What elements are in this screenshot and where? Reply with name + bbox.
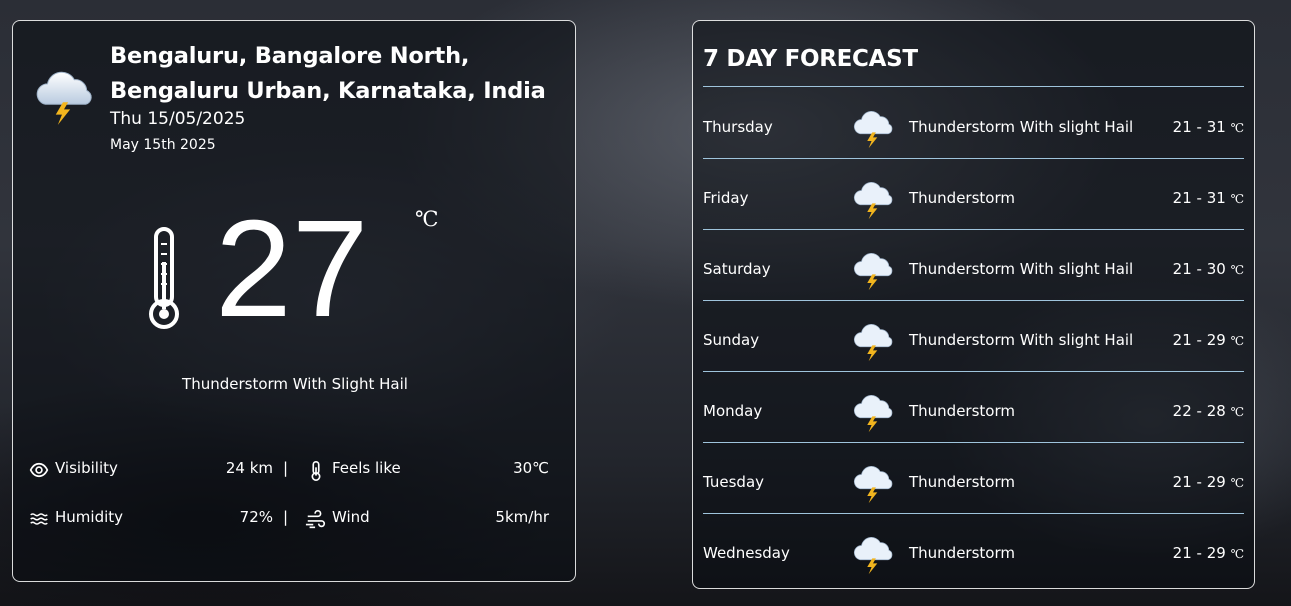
forecast-day: Sunday [703, 331, 760, 349]
forecast-day: Monday [703, 402, 763, 420]
forecast-unit: ℃ [1230, 547, 1244, 561]
forecast-unit: ℃ [1230, 334, 1244, 348]
humidity-value: 72% [239, 508, 273, 526]
forecast-day: Wednesday [703, 544, 790, 562]
forecast-day: Saturday [703, 260, 771, 278]
feels-like-value: 30℃ [513, 459, 549, 477]
forecast-unit: ℃ [1230, 405, 1244, 419]
thunderstorm-cloud-icon [853, 395, 893, 433]
current-condition: Thunderstorm With Slight Hail [182, 375, 408, 393]
forecast-range-value: 21 - 31 [1172, 189, 1226, 207]
forecast-divider [703, 513, 1244, 514]
humidity-waves-icon [30, 513, 48, 525]
thunderstorm-cloud-icon [853, 537, 893, 575]
forecast-row: Friday Thunderstorm 21 - 31 ℃ [703, 164, 1244, 234]
forecast-temp-range: 21 - 30 ℃ [1173, 260, 1244, 278]
location-name: Bengaluru, Bangalore North, Bengaluru Ur… [110, 43, 546, 104]
forecast-card: 7 DAY FORECAST Thursday Thunderstorm Wit… [692, 20, 1255, 589]
thermometer-small-icon [311, 461, 321, 481]
forecast-range-value: 21 - 29 [1172, 544, 1226, 562]
thermometer-icon [149, 227, 179, 329]
forecast-condition: Thunderstorm With slight Hail [909, 118, 1134, 136]
forecast-day: Tuesday [703, 473, 765, 491]
forecast-row: Sunday Thunderstorm With slight Hail 21 … [703, 306, 1244, 376]
forecast-day: Thursday [703, 118, 773, 136]
thunderstorm-cloud-icon [853, 182, 893, 220]
current-date-short: Thu 15/05/2025 [110, 109, 246, 129]
forecast-divider [703, 229, 1244, 230]
forecast-condition: Thunderstorm With slight Hail [909, 331, 1134, 349]
forecast-divider [703, 371, 1244, 372]
visibility-label: Visibility [55, 459, 118, 477]
forecast-unit: ℃ [1230, 476, 1244, 490]
eye-icon [29, 462, 49, 478]
forecast-row: Thursday Thunderstorm With slight Hail 2… [703, 93, 1244, 163]
forecast-condition: Thunderstorm [909, 189, 1015, 207]
forecast-range-value: 21 - 29 [1172, 473, 1226, 491]
forecast-temp-range: 21 - 31 ℃ [1173, 118, 1244, 136]
thunderstorm-cloud-icon [853, 253, 893, 291]
forecast-temp-range: 22 - 28 ℃ [1173, 402, 1244, 420]
forecast-condition: Thunderstorm [909, 402, 1015, 420]
separator: | [283, 459, 289, 477]
forecast-temp-range: 21 - 31 ℃ [1173, 189, 1244, 207]
thunderstorm-cloud-icon [853, 324, 893, 362]
forecast-range-value: 22 - 28 [1172, 402, 1226, 420]
forecast-title: 7 DAY FORECAST [703, 46, 918, 72]
visibility-value: 24 km [225, 459, 273, 477]
wind-value: 5km/hr [495, 508, 549, 526]
forecast-divider [703, 442, 1244, 443]
thunderstorm-cloud-icon [36, 71, 92, 125]
current-weather-card: Bengaluru, Bangalore North, Bengaluru Ur… [12, 20, 576, 582]
forecast-temp-range: 21 - 29 ℃ [1173, 473, 1244, 491]
forecast-unit: ℃ [1230, 121, 1244, 135]
thunderstorm-cloud-icon [853, 466, 893, 504]
forecast-condition: Thunderstorm [909, 544, 1015, 562]
forecast-temp-range: 21 - 29 ℃ [1173, 331, 1244, 349]
forecast-row: Monday Thunderstorm 22 - 28 ℃ [703, 377, 1244, 447]
feels-like-label: Feels like [332, 459, 401, 477]
current-date-long: May 15th 2025 [110, 137, 216, 153]
humidity-wind-row: Humidity 72% | Wind 5km/hr [29, 508, 549, 532]
humidity-label: Humidity [55, 508, 124, 526]
wind-label: Wind [332, 508, 370, 526]
forecast-temp-range: 21 - 29 ℃ [1173, 544, 1244, 562]
forecast-unit: ℃ [1230, 192, 1244, 206]
forecast-condition: Thunderstorm [909, 473, 1015, 491]
forecast-day: Friday [703, 189, 749, 207]
forecast-row: Wednesday Thunderstorm 21 - 29 ℃ [703, 519, 1244, 589]
forecast-divider [703, 86, 1244, 87]
current-temperature: 27 [215, 192, 369, 346]
forecast-range-value: 21 - 31 [1172, 118, 1226, 136]
forecast-divider [703, 300, 1244, 301]
forecast-divider [703, 158, 1244, 159]
visibility-feels-row: Visibility 24 km | Feels like 30℃ [29, 459, 549, 483]
wind-icon [305, 510, 326, 529]
thunderstorm-cloud-icon [853, 111, 893, 149]
forecast-unit: ℃ [1230, 263, 1244, 277]
forecast-condition: Thunderstorm With slight Hail [909, 260, 1134, 278]
forecast-range-value: 21 - 29 [1172, 331, 1226, 349]
forecast-row: Saturday Thunderstorm With slight Hail 2… [703, 235, 1244, 305]
temperature-unit: ℃ [415, 207, 439, 231]
forecast-range-value: 21 - 30 [1172, 260, 1226, 278]
separator: | [283, 508, 289, 526]
forecast-row: Tuesday Thunderstorm 21 - 29 ℃ [703, 448, 1244, 518]
